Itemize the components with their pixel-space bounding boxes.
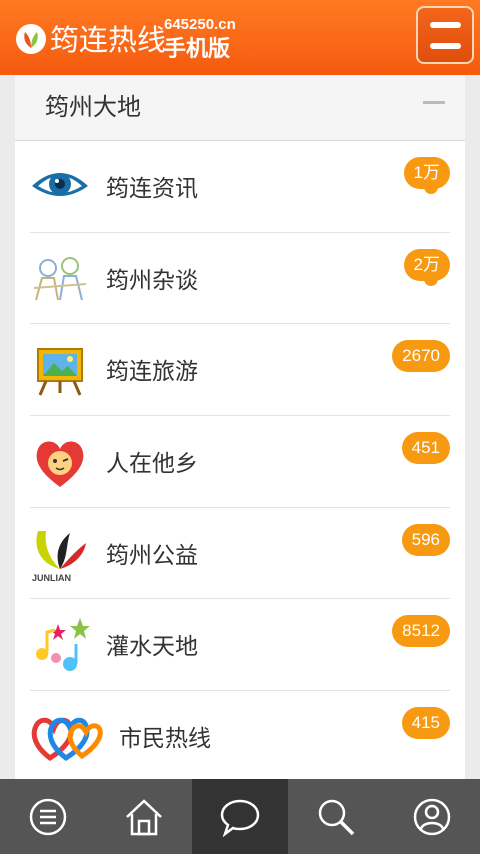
menu-icon-bar	[430, 43, 461, 49]
heart-face-icon	[30, 431, 90, 491]
count-badge: 2万	[403, 248, 450, 286]
item-label: 筠州杂谈	[106, 267, 198, 294]
item-label: 灌水天地	[106, 634, 198, 661]
item-label: 筠州公益	[106, 542, 198, 569]
item-label: 筠连旅游	[106, 359, 198, 386]
item-label: 筠连资讯	[106, 176, 198, 202]
chat-icon	[220, 799, 260, 837]
nav-user[interactable]	[384, 779, 480, 854]
user-icon	[413, 798, 451, 836]
music-stars-icon	[30, 614, 90, 674]
site-title[interactable]: 筠连热线	[50, 20, 166, 60]
junlian-logo-icon: JUNLIAN	[30, 523, 90, 583]
nav-search[interactable]	[288, 779, 384, 854]
eye-icon	[30, 156, 90, 216]
app-header: 筠连热线 645250.cn 手机版	[0, 0, 480, 75]
easel-picture-icon	[30, 339, 90, 399]
bottom-nav	[0, 779, 480, 854]
nav-menu[interactable]	[0, 779, 96, 854]
people-icon	[30, 248, 90, 308]
menu-button[interactable]	[416, 6, 474, 64]
nav-forum[interactable]	[192, 779, 288, 854]
count-badge: 8512	[392, 615, 450, 648]
item-label: 人在他乡	[106, 451, 198, 478]
count-badge: 2670	[392, 340, 450, 373]
forum-section: 筠州大地 筠连资讯 1万 筠州杂谈 2万 筠连旅游 2670 人在他乡 451 …	[15, 75, 465, 779]
list-item[interactable]: JUNLIAN 筠州公益 596	[30, 508, 450, 600]
nav-home[interactable]	[96, 779, 192, 854]
section-title: 筠州大地	[45, 93, 141, 121]
section-header[interactable]: 筠州大地	[15, 75, 465, 141]
search-icon	[318, 799, 355, 836]
list-item[interactable]: 人在他乡 451	[30, 416, 450, 508]
menu-icon	[29, 798, 67, 836]
item-label: 市民热线	[119, 726, 211, 753]
list-item[interactable]: 筠连旅游 2670	[30, 324, 450, 417]
hearts-icon	[30, 706, 104, 766]
site-subtitle: 手机版	[164, 37, 231, 62]
list-item[interactable]: 市民热线 415	[30, 691, 450, 779]
count-badge: 415	[401, 707, 450, 740]
menu-icon	[430, 22, 461, 28]
home-icon	[126, 799, 162, 836]
svg-text:JUNLIAN: JUNLIAN	[32, 573, 71, 583]
count-badge: 451	[401, 432, 450, 465]
count-badge: 1万	[403, 157, 450, 194]
collapse-icon[interactable]	[423, 101, 445, 104]
site-logo-icon[interactable]	[16, 24, 46, 54]
list-item[interactable]: 筠州杂谈 2万	[30, 233, 450, 325]
list-item[interactable]: 灌水天地 8512	[30, 599, 450, 692]
count-badge: 596	[401, 523, 450, 556]
list-item[interactable]: 筠连资讯 1万	[30, 141, 450, 233]
